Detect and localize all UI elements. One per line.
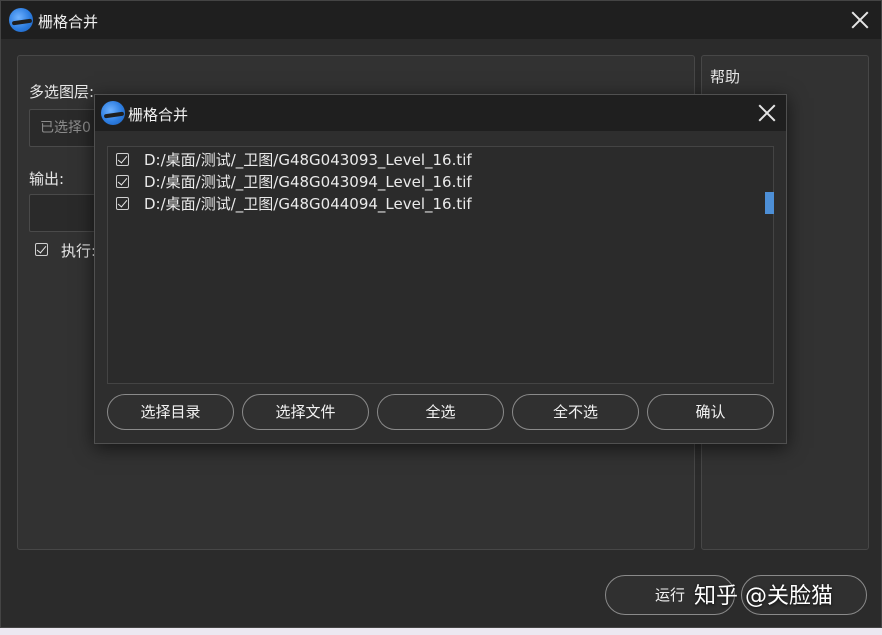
select-directory-button[interactable]: 选择目录 xyxy=(107,394,234,430)
file-path: D:/桌面/测试/_卫图/G48G043094_Level_16.tif xyxy=(144,173,472,191)
confirm-button[interactable]: 确认 xyxy=(647,394,774,430)
file-checkbox[interactable] xyxy=(116,175,129,188)
window-titlebar: 栅格合并 xyxy=(1,1,881,39)
select-none-button[interactable]: 全不选 xyxy=(512,394,639,430)
dialog-titlebar: 栅格合并 xyxy=(95,95,786,131)
help-title: 帮助 xyxy=(710,68,741,86)
app-logo-icon xyxy=(9,8,33,32)
output-label: 输出: xyxy=(29,170,65,188)
file-path: D:/桌面/测试/_卫图/G48G043093_Level_16.tif xyxy=(144,151,472,169)
app-logo-icon xyxy=(101,101,125,125)
file-select-dialog: 栅格合并 D:/桌面/测试/_卫图/G48G043093_Level_16.ti… xyxy=(94,94,787,444)
execute-checkbox[interactable] xyxy=(35,243,48,256)
layers-field[interactable]: 已选择0 xyxy=(29,109,101,147)
execute-label: 执行: xyxy=(61,242,97,260)
dialog-close-icon[interactable] xyxy=(756,102,778,124)
watermark-text: 知乎 @关脸猫 xyxy=(694,584,833,609)
layers-label: 多选图层: xyxy=(29,83,95,101)
window-title: 栅格合并 xyxy=(38,13,99,31)
list-scrollbar-thumb[interactable] xyxy=(765,192,774,214)
output-field[interactable] xyxy=(29,194,101,232)
file-path: D:/桌面/测试/_卫图/G48G044094_Level_16.tif xyxy=(144,195,472,213)
file-checkbox[interactable] xyxy=(116,197,129,210)
file-checkbox[interactable] xyxy=(116,153,129,166)
window-close-icon[interactable] xyxy=(849,9,871,31)
file-list: D:/桌面/测试/_卫图/G48G043093_Level_16.tif D:/… xyxy=(107,146,774,384)
dialog-title: 栅格合并 xyxy=(128,106,189,124)
select-all-button[interactable]: 全选 xyxy=(377,394,504,430)
select-file-button[interactable]: 选择文件 xyxy=(242,394,369,430)
